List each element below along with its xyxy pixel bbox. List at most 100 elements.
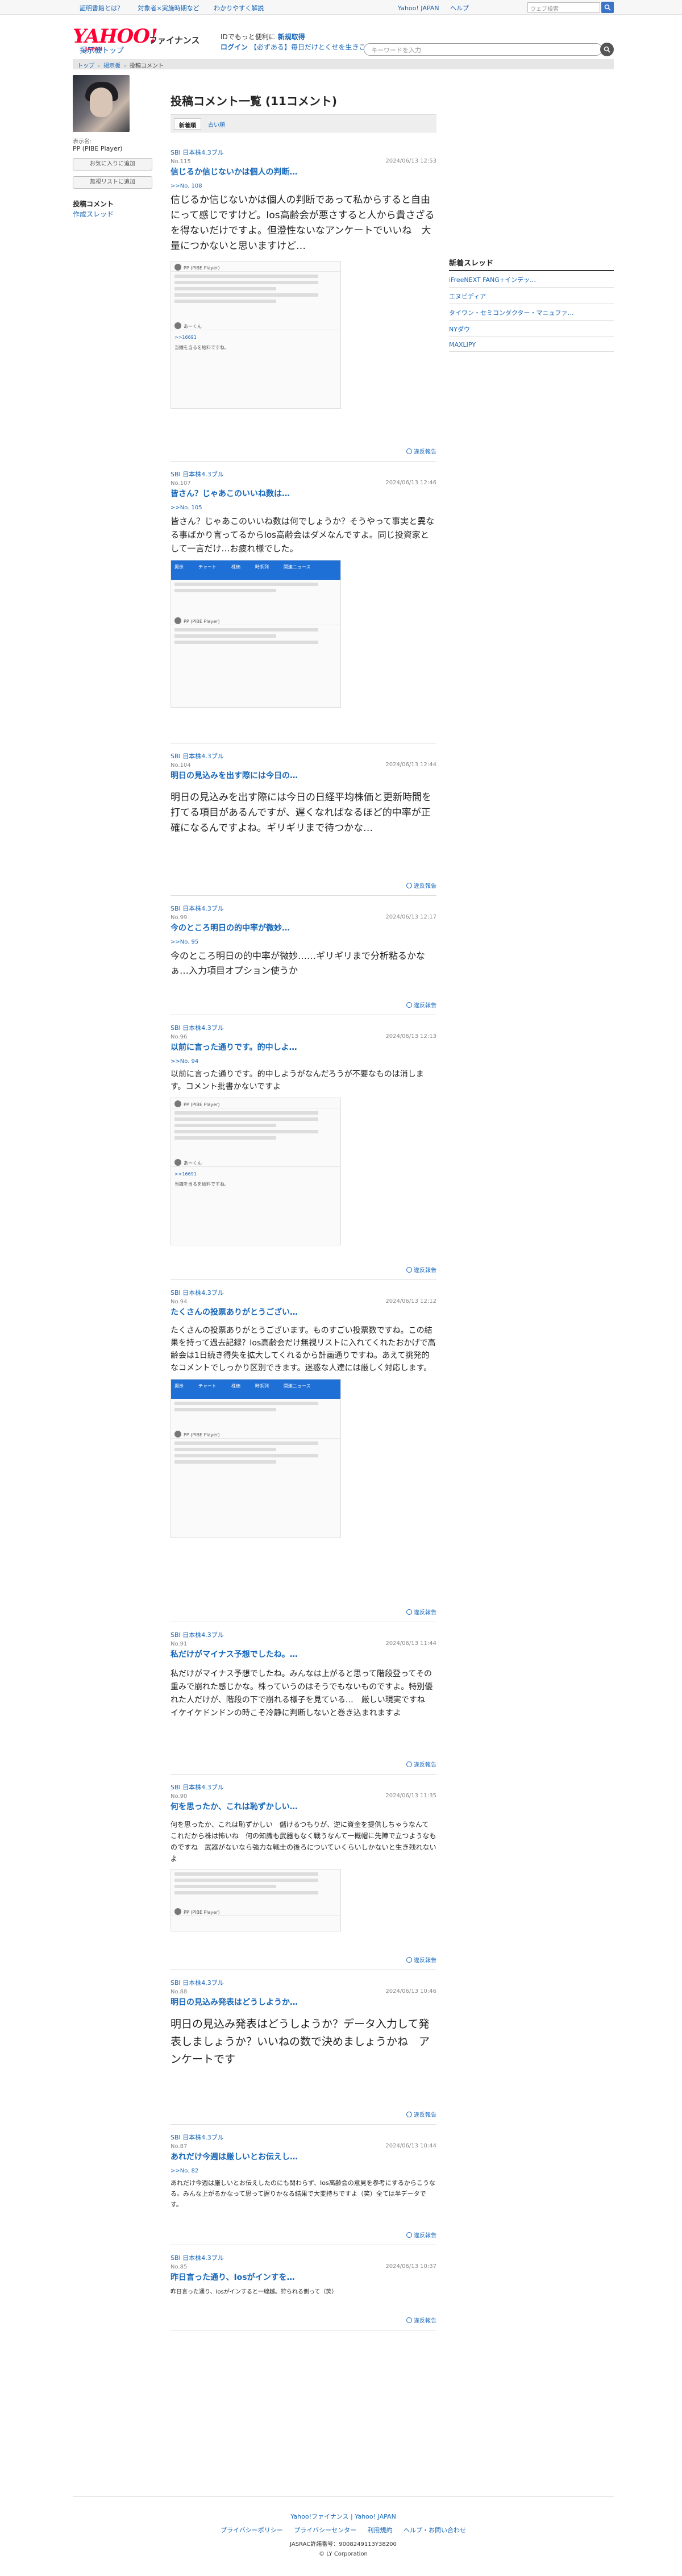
service-name[interactable]: ファイナンス — [149, 34, 199, 46]
embed-text: 当鐘を当るを給料ですね。 — [174, 345, 229, 350]
comment-thread[interactable]: SBI 日本株4.3ブル — [170, 1630, 436, 1639]
comment-title[interactable]: 今のところ明日の的中率が微妙… — [170, 922, 436, 933]
report-link[interactable]: 違反報告 — [406, 447, 436, 455]
comment-body: 皆さん？じゃあこのいいね数は何でしょうか？そうやって事実と異なる事ばかり言ってる… — [170, 516, 435, 554]
thread-link[interactable]: エヌビディア — [449, 288, 614, 304]
top-right-links: Yahoo! JAPAN ヘルプ — [398, 3, 478, 13]
comment-thread[interactable]: SBI 日本株4.3ブル — [170, 1978, 436, 1987]
embedded-screenshot: PP (PIBE Player) あーくん >>16691 当鐘を当るを給料です… — [170, 261, 341, 409]
breadcrumb-top[interactable]: トップ — [77, 63, 94, 69]
report-link[interactable]: 違反報告 — [406, 1760, 436, 1768]
embed-tab: 関連ニュース — [283, 564, 311, 570]
report-icon — [406, 1957, 412, 1963]
login-link[interactable]: ログイン — [221, 43, 248, 51]
comment-body: 私だけがマイナス予想でしたね。みんなは上がると思って階段登ってその重みで崩れた感… — [170, 1669, 433, 1718]
top-link[interactable]: 証明書籍とは？ — [80, 5, 123, 12]
user-avatar-icon — [174, 1908, 181, 1915]
comment-thread[interactable]: SBI 日本株4.3ブル — [170, 1023, 436, 1032]
embedded-screenshot: 掲示 チャート 株価 時系列 関連ニュース PP (PIBE Player) — [170, 1379, 341, 1538]
comment-thread[interactable]: SBI 日本株4.3ブル — [170, 1288, 436, 1297]
thread-link[interactable]: NYダウ — [449, 321, 614, 337]
web-search-input[interactable]: ウェブ検索 — [527, 2, 600, 13]
report-link[interactable]: 違反報告 — [406, 2110, 436, 2118]
tab-newest[interactable]: 新着順 — [174, 118, 201, 130]
footer-privacy-link[interactable]: プライバシーポリシー — [221, 2527, 283, 2534]
embed-text: 当鐘を当るを給料ですね。 — [174, 1182, 229, 1187]
comment-title[interactable]: 皆さん？じゃあこのいいね数は… — [170, 488, 436, 499]
report-label: 違反報告 — [414, 1003, 436, 1009]
report-label: 違反報告 — [414, 1958, 436, 1964]
board-top-link[interactable]: 掲示板トップ — [80, 44, 124, 55]
top-link[interactable]: わかりやすく解説 — [214, 5, 264, 12]
embed-tab: 時系列 — [255, 1383, 269, 1389]
comment-thread[interactable]: SBI 日本株4.3ブル — [170, 751, 436, 761]
report-link[interactable]: 違反報告 — [406, 1265, 436, 1274]
footer-finance-link[interactable]: Yahoo!ファイナンス — [290, 2513, 348, 2520]
yahoo-japan-link[interactable]: Yahoo! JAPAN — [398, 5, 439, 12]
promo-link[interactable]: 【必ずある】毎日だけとくせを生きこちら — [250, 43, 380, 51]
add-favorite-button[interactable]: お気に入りに追加 — [73, 158, 152, 171]
nav-threads[interactable]: 作成スレッド — [73, 209, 158, 219]
keyword-search-button[interactable] — [600, 43, 614, 56]
comment-item: SBI 日本株4.3ブル No.115 2024/06/13 12:53 信じる… — [170, 148, 436, 462]
comment-thread[interactable]: SBI 日本株4.3ブル — [170, 148, 436, 157]
comment-date: 2024/06/13 10:37 — [385, 2263, 436, 2270]
tab-oldest[interactable]: 古い順 — [203, 118, 230, 130]
embed-user: PP (PIBE Player) — [184, 265, 220, 271]
footer-terms-link[interactable]: 利用規約 — [368, 2527, 393, 2534]
thread-link[interactable]: iFreeNEXT FANG+インデッ… — [449, 271, 614, 288]
keyword-search-input[interactable]: キーワードを入力 — [364, 43, 602, 56]
embed-user: PP (PIBE Player) — [184, 1102, 220, 1107]
comment-thread[interactable]: SBI 日本株4.3ブル — [170, 470, 436, 479]
reply-link[interactable]: >>No. 95 — [170, 939, 436, 945]
comment-thread[interactable]: SBI 日本株4.3ブル — [170, 2253, 436, 2262]
page-title: 投稿コメント一覧 (11コメント) — [170, 94, 338, 108]
comment-thread[interactable]: SBI 日本株4.3ブル — [170, 2133, 436, 2142]
comment-title[interactable]: 明日の見込みを出す際には今日の… — [170, 770, 436, 781]
comment-thread[interactable]: SBI 日本株4.3ブル — [170, 904, 436, 913]
comment-body: 信じるか信じないかは個人の判断であって私からすると自由にって感じですけど。Ios… — [170, 194, 435, 252]
comment-date: 2024/06/13 12:44 — [385, 762, 436, 768]
embed-user: PP (PIBE Player) — [184, 619, 220, 624]
footer-privacy-center-link[interactable]: プライバシーセンター — [294, 2527, 356, 2534]
report-link[interactable]: 違反報告 — [406, 2316, 436, 2324]
comment-title[interactable]: 以前に言った通りです。的中しよ… — [170, 1041, 436, 1053]
web-search-button[interactable] — [601, 2, 614, 13]
new-threads-title: 新着スレッド — [449, 257, 614, 271]
help-link[interactable]: ヘルプ — [450, 5, 469, 12]
comment-title[interactable]: 何を思ったか、これは恥ずかしい… — [170, 1801, 436, 1812]
footer-yahoo-link[interactable]: Yahoo! JAPAN — [355, 2513, 396, 2520]
breadcrumb-board[interactable]: 掲示板 — [103, 63, 120, 69]
promo-text: IDでもっと便利に — [221, 33, 276, 41]
comment-title[interactable]: あれだけ今週は厳しいとお伝えし… — [170, 2151, 436, 2162]
thread-link[interactable]: MAXLIPY — [449, 337, 614, 352]
register-link[interactable]: 新規取得 — [278, 33, 305, 41]
comment-date: 2024/06/13 12:12 — [385, 1298, 436, 1304]
top-link[interactable]: 対象者×実施時期など — [138, 5, 199, 12]
reply-link[interactable]: >>No. 94 — [170, 1058, 436, 1065]
profile-nav: 投稿コメント 作成スレッド — [73, 199, 158, 219]
comment-title[interactable]: 昨日言った通り、Iosがインすを… — [170, 2271, 436, 2283]
embed-tab: チャート — [198, 1383, 217, 1389]
embed-tab: 関連ニュース — [283, 1383, 311, 1389]
comment-title[interactable]: 明日の見込み発表はどうしようか… — [170, 1996, 436, 2008]
footer-help-link[interactable]: ヘルプ・お問い合わせ — [404, 2527, 466, 2534]
reply-link[interactable]: >>No. 105 — [170, 505, 436, 511]
embed-tab: 株価 — [231, 1383, 240, 1389]
report-link[interactable]: 違反報告 — [406, 1000, 436, 1009]
reply-link[interactable]: >>No. 82 — [170, 2168, 436, 2174]
report-link[interactable]: 違反報告 — [406, 1955, 436, 1964]
thread-link[interactable]: タイワン・セミコンダクター・マニュファ… — [449, 304, 614, 321]
comment-title[interactable]: 信じるか信じないかは個人の判断… — [170, 166, 436, 177]
comment-title[interactable]: 私だけがマイナス予想でしたね。… — [170, 1648, 436, 1660]
comment-date: 2024/06/13 12:53 — [385, 158, 436, 164]
reply-link[interactable]: >>No. 108 — [170, 183, 436, 189]
report-link[interactable]: 違反報告 — [406, 881, 436, 890]
report-icon — [406, 1609, 412, 1615]
report-label: 違反報告 — [414, 449, 436, 455]
add-ignore-button[interactable]: 無視リストに追加 — [73, 176, 152, 189]
report-link[interactable]: 違反報告 — [406, 2230, 436, 2239]
comment-title[interactable]: たくさんの投票ありがとうござい… — [170, 1306, 436, 1318]
comment-thread[interactable]: SBI 日本株4.3ブル — [170, 1783, 436, 1792]
report-link[interactable]: 違反報告 — [406, 1607, 436, 1616]
